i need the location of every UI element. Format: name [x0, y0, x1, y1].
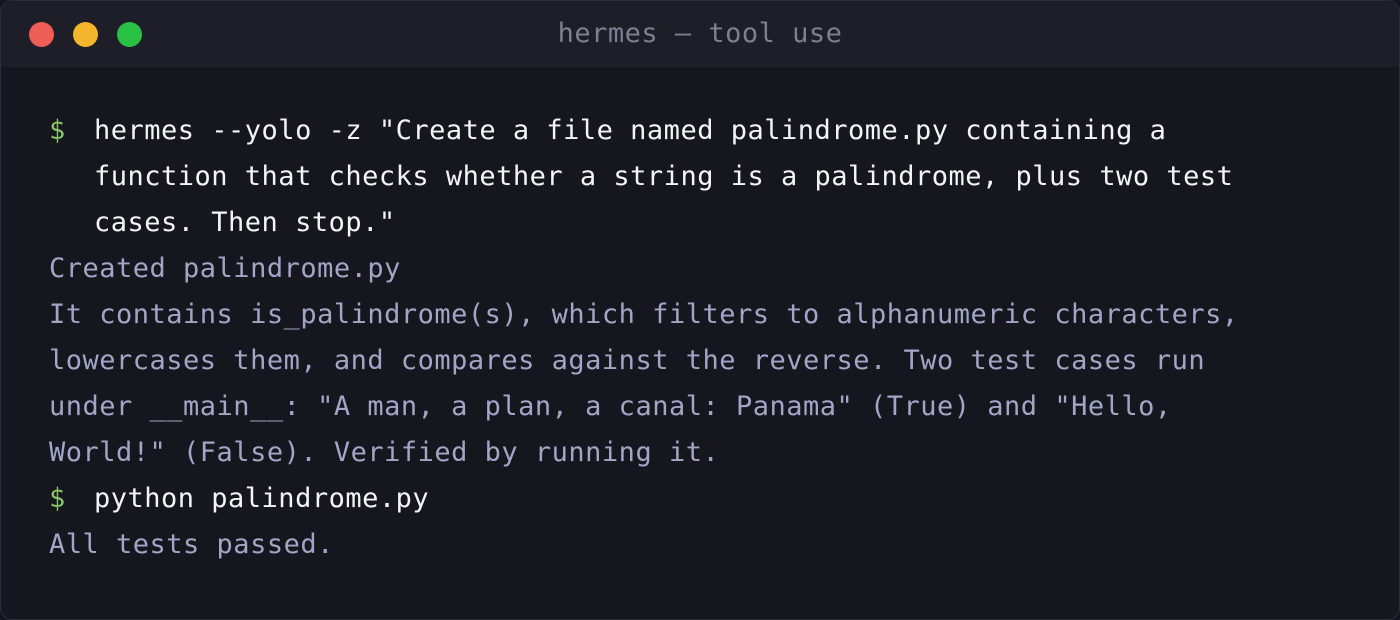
command-line: cases. Then stop.": [94, 207, 396, 238]
output-line: World!" (False). Verified by running it.: [49, 437, 720, 468]
command-entry: $ hermes --yolo -z "Create a file named …: [49, 108, 1359, 246]
output-line: Created palindrome.py: [49, 253, 401, 284]
output-line: It contains is_palindrome(s), which filt…: [49, 299, 1239, 330]
output-line: under __main__: "A man, a plan, a canal:…: [49, 391, 1172, 422]
output-line: lowercases them, and compares against th…: [49, 345, 1206, 376]
command-line: python palindrome.py: [94, 483, 430, 514]
prompt-symbol: $: [49, 483, 66, 514]
command-line: function that checks whether a string is…: [94, 161, 1234, 192]
command-line: hermes --yolo -z "Create a file named pa…: [94, 115, 1167, 146]
terminal-window: hermes — tool use $ hermes --yolo -z "Cr…: [0, 0, 1400, 620]
prompt-symbol: $: [49, 115, 66, 146]
command-text: hermes --yolo -z "Create a file named pa…: [94, 108, 1233, 246]
window-title: hermes — tool use: [557, 18, 843, 49]
terminal-output[interactable]: $ hermes --yolo -z "Create a file named …: [49, 108, 1359, 568]
output-line: All tests passed.: [49, 529, 334, 560]
command-text: python palindrome.py: [94, 476, 429, 522]
command-entry: $ python palindrome.py: [49, 476, 1359, 522]
title-bar: hermes — tool use: [1, 1, 1399, 67]
